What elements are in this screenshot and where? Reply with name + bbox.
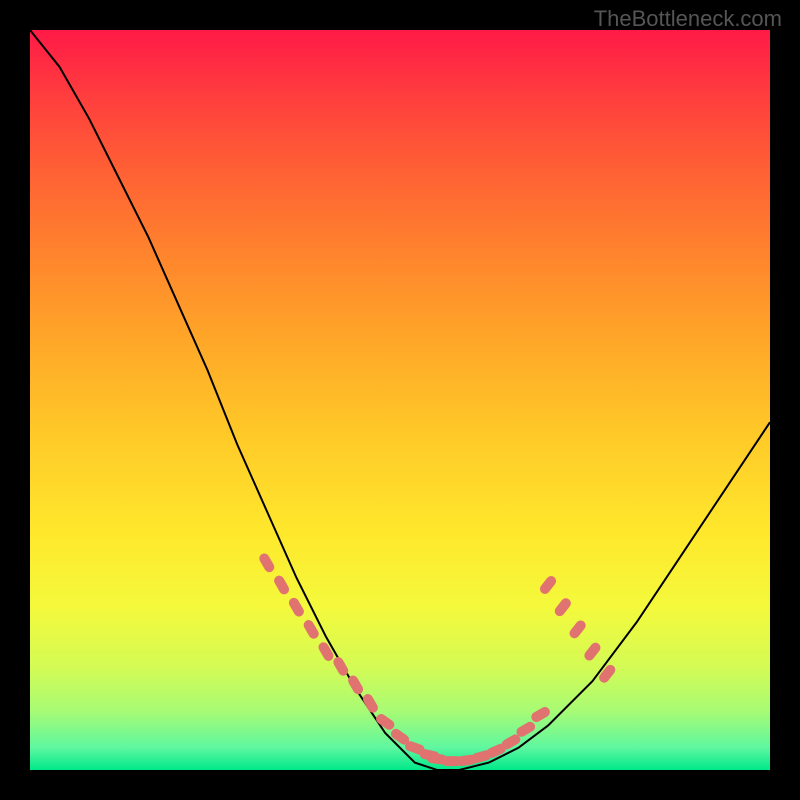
chart-svg (30, 30, 770, 770)
curve-marker (529, 705, 551, 724)
curve-marker (553, 596, 573, 618)
curve-marker (361, 692, 380, 714)
curve-marker (287, 596, 306, 618)
watermark-text: TheBottleneck.com (594, 6, 782, 32)
curve-marker (272, 574, 291, 596)
curve-marker (257, 552, 276, 574)
curve-markers (257, 552, 617, 767)
curve-marker (538, 574, 558, 596)
curve-marker (582, 641, 602, 663)
curve-marker (374, 712, 396, 732)
chart-plot-area (30, 30, 770, 770)
curve-marker (317, 640, 336, 662)
bottleneck-curve-line (30, 30, 770, 770)
curve-marker (597, 663, 617, 685)
curve-marker (568, 618, 588, 640)
